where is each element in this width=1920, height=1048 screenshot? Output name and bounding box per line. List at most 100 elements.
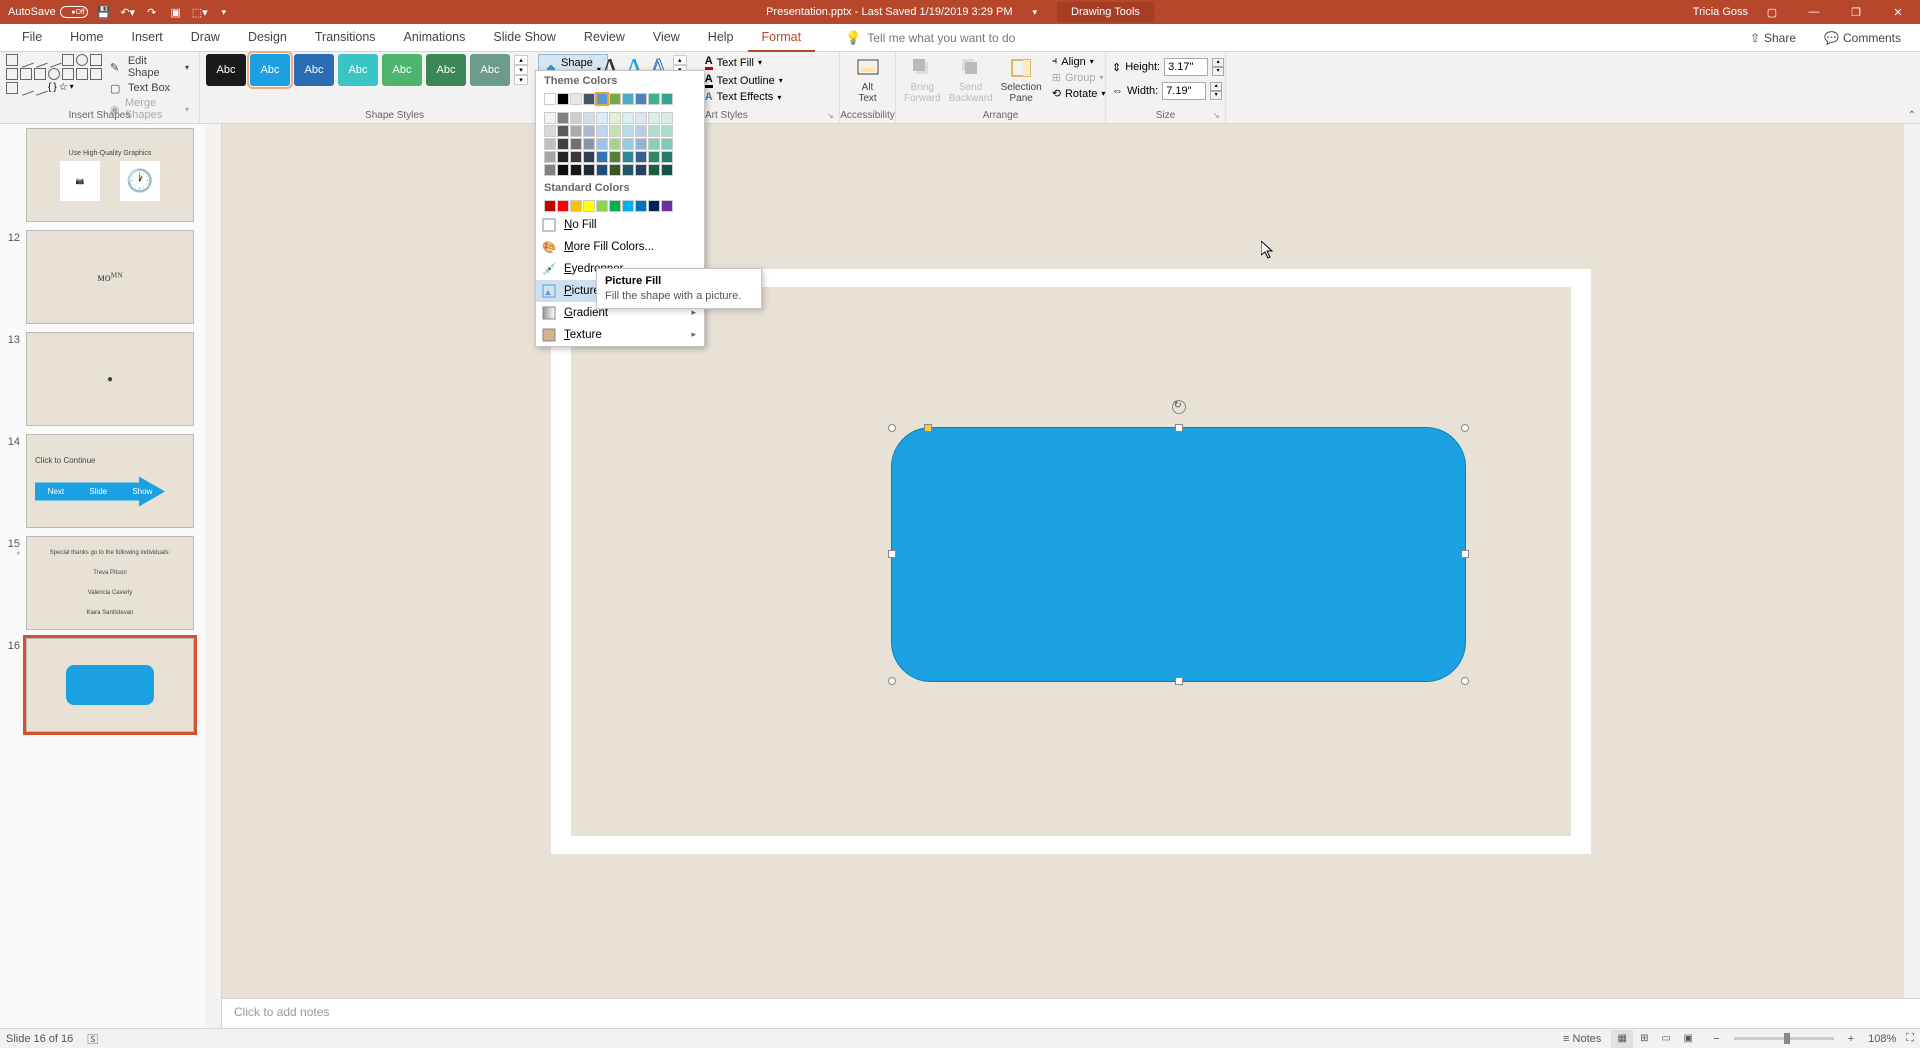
style-swatch-4[interactable]: Abc	[338, 54, 378, 86]
vertical-scrollbar[interactable]	[1904, 124, 1920, 998]
theme-tint-swatch[interactable]	[596, 164, 608, 176]
theme-tint-swatch[interactable]	[596, 125, 608, 137]
save-icon[interactable]: 💾	[96, 4, 112, 20]
standard-color-swatch[interactable]	[635, 200, 647, 212]
theme-tint-swatch[interactable]	[596, 151, 608, 163]
tab-animations[interactable]: Animations	[390, 24, 480, 52]
theme-tint-swatch[interactable]	[583, 164, 595, 176]
text-outline-button[interactable]: A Text Outline▾	[701, 72, 787, 89]
theme-tint-swatch[interactable]	[622, 112, 634, 124]
theme-tint-swatch[interactable]	[583, 112, 595, 124]
theme-tint-swatch[interactable]	[648, 112, 660, 124]
tab-draw[interactable]: Draw	[177, 24, 234, 52]
zoom-slider-thumb[interactable]	[1784, 1033, 1790, 1044]
theme-tint-swatch[interactable]	[596, 138, 608, 150]
slide-thumb-12[interactable]: 12 ᴍᴏᴹᴺ	[0, 226, 221, 328]
width-up-icon[interactable]: ▴	[1210, 82, 1222, 91]
slide-thumb-14[interactable]: 14 Click to Continue Next Slide Show	[0, 430, 221, 532]
theme-color-swatch[interactable]	[557, 93, 569, 105]
undo-icon[interactable]: ↶▾	[120, 4, 136, 20]
edit-shape-button[interactable]: ✎Edit Shape▾	[106, 54, 193, 80]
resize-handle-s[interactable]	[1175, 677, 1183, 685]
adjustment-handle[interactable]	[924, 424, 932, 432]
style-swatch-3[interactable]: Abc	[294, 54, 334, 86]
theme-tint-swatch[interactable]	[661, 164, 673, 176]
theme-tint-swatch[interactable]	[661, 151, 673, 163]
theme-tint-swatch[interactable]	[622, 164, 634, 176]
gallery-up-icon[interactable]: ▴	[673, 55, 687, 65]
theme-color-swatch[interactable]	[544, 93, 556, 105]
user-name[interactable]: Tricia Goss	[1693, 6, 1748, 18]
theme-tint-swatch[interactable]	[570, 164, 582, 176]
slide-thumbnail-active[interactable]	[26, 638, 194, 732]
slide-counter[interactable]: Slide 16 of 16	[6, 1033, 73, 1045]
slide-thumb-15[interactable]: 15 * Special thanks go to the following …	[0, 532, 221, 634]
tab-help[interactable]: Help	[694, 24, 748, 52]
rounded-rectangle-shape[interactable]	[891, 427, 1466, 682]
restore-icon[interactable]: ❐	[1838, 0, 1874, 24]
theme-tint-swatch[interactable]	[570, 138, 582, 150]
gallery-more-icon[interactable]: ▾	[514, 75, 528, 85]
tab-review[interactable]: Review	[570, 24, 639, 52]
resize-handle-nw[interactable]	[888, 424, 896, 432]
theme-tint-swatch[interactable]	[557, 112, 569, 124]
theme-tint-swatch[interactable]	[609, 151, 621, 163]
resize-handle-sw[interactable]	[888, 677, 896, 685]
theme-tint-swatch[interactable]	[661, 125, 673, 137]
standard-color-swatch[interactable]	[609, 200, 621, 212]
text-box-button[interactable]: ▢Text Box	[106, 81, 193, 95]
theme-color-swatch[interactable]	[596, 93, 608, 105]
theme-color-swatch[interactable]	[583, 93, 595, 105]
texture-item[interactable]: Texture▸	[536, 324, 704, 346]
share-button[interactable]: ⇧Share	[1739, 26, 1807, 50]
style-swatch-5[interactable]: Abc	[382, 54, 422, 86]
theme-tint-swatch[interactable]	[635, 112, 647, 124]
theme-tint-swatch[interactable]	[544, 138, 556, 150]
standard-color-swatch[interactable]	[583, 200, 595, 212]
theme-color-swatch[interactable]	[570, 93, 582, 105]
standard-color-swatch[interactable]	[661, 200, 673, 212]
rotate-button[interactable]: ⟲ Rotate▾	[1048, 86, 1110, 101]
theme-tint-swatch[interactable]	[609, 138, 621, 150]
notes-pane[interactable]: Click to add notes	[222, 998, 1920, 1028]
standard-color-swatch[interactable]	[622, 200, 634, 212]
resize-handle-ne[interactable]	[1461, 424, 1469, 432]
autosave-toggle[interactable]: AutoSave ● Off	[8, 6, 88, 18]
comments-button[interactable]: 💬Comments	[1813, 26, 1912, 50]
zoom-in-icon[interactable]: +	[1844, 1033, 1858, 1045]
theme-tint-swatch[interactable]	[635, 138, 647, 150]
theme-tint-swatch[interactable]	[648, 125, 660, 137]
touch-mode-icon[interactable]: ⬚▾	[192, 4, 208, 20]
align-button[interactable]: ⫞ Align▾	[1048, 54, 1110, 69]
slide-canvas[interactable]	[551, 269, 1591, 854]
slide-thumbnail[interactable]: Special thanks go to the following indiv…	[26, 536, 194, 630]
standard-color-swatch[interactable]	[648, 200, 660, 212]
theme-tint-swatch[interactable]	[570, 151, 582, 163]
theme-tint-swatch[interactable]	[583, 151, 595, 163]
slide-thumb-16[interactable]: 16	[0, 634, 221, 736]
text-effects-button[interactable]: A Text Effects▾	[701, 90, 787, 104]
tab-home[interactable]: Home	[56, 24, 117, 52]
theme-color-swatch[interactable]	[622, 93, 634, 105]
selection-pane-button[interactable]: Selection Pane	[999, 54, 1044, 106]
resize-handle-w[interactable]	[888, 550, 896, 558]
zoom-out-icon[interactable]: −	[1709, 1033, 1723, 1045]
theme-tint-swatch[interactable]	[648, 151, 660, 163]
close-icon[interactable]: ✕	[1880, 0, 1916, 24]
theme-tint-swatch[interactable]	[557, 164, 569, 176]
height-input[interactable]	[1164, 58, 1208, 76]
theme-tint-swatch[interactable]	[661, 112, 673, 124]
standard-color-swatch[interactable]	[596, 200, 608, 212]
slide-thumbnail[interactable]: ●	[26, 332, 194, 426]
redo-icon[interactable]: ↷	[144, 4, 160, 20]
zoom-slider[interactable]	[1734, 1037, 1834, 1040]
slideshow-view-icon[interactable]: ▣	[1677, 1030, 1699, 1048]
theme-tint-swatch[interactable]	[570, 112, 582, 124]
reading-view-icon[interactable]: ▭	[1655, 1030, 1677, 1048]
collapse-ribbon-icon[interactable]: ⌃	[1908, 110, 1916, 121]
theme-color-swatch[interactable]	[609, 93, 621, 105]
minimize-icon[interactable]: —	[1796, 0, 1832, 24]
tab-design[interactable]: Design	[234, 24, 301, 52]
theme-tint-swatch[interactable]	[609, 112, 621, 124]
theme-tint-swatch[interactable]	[544, 125, 556, 137]
